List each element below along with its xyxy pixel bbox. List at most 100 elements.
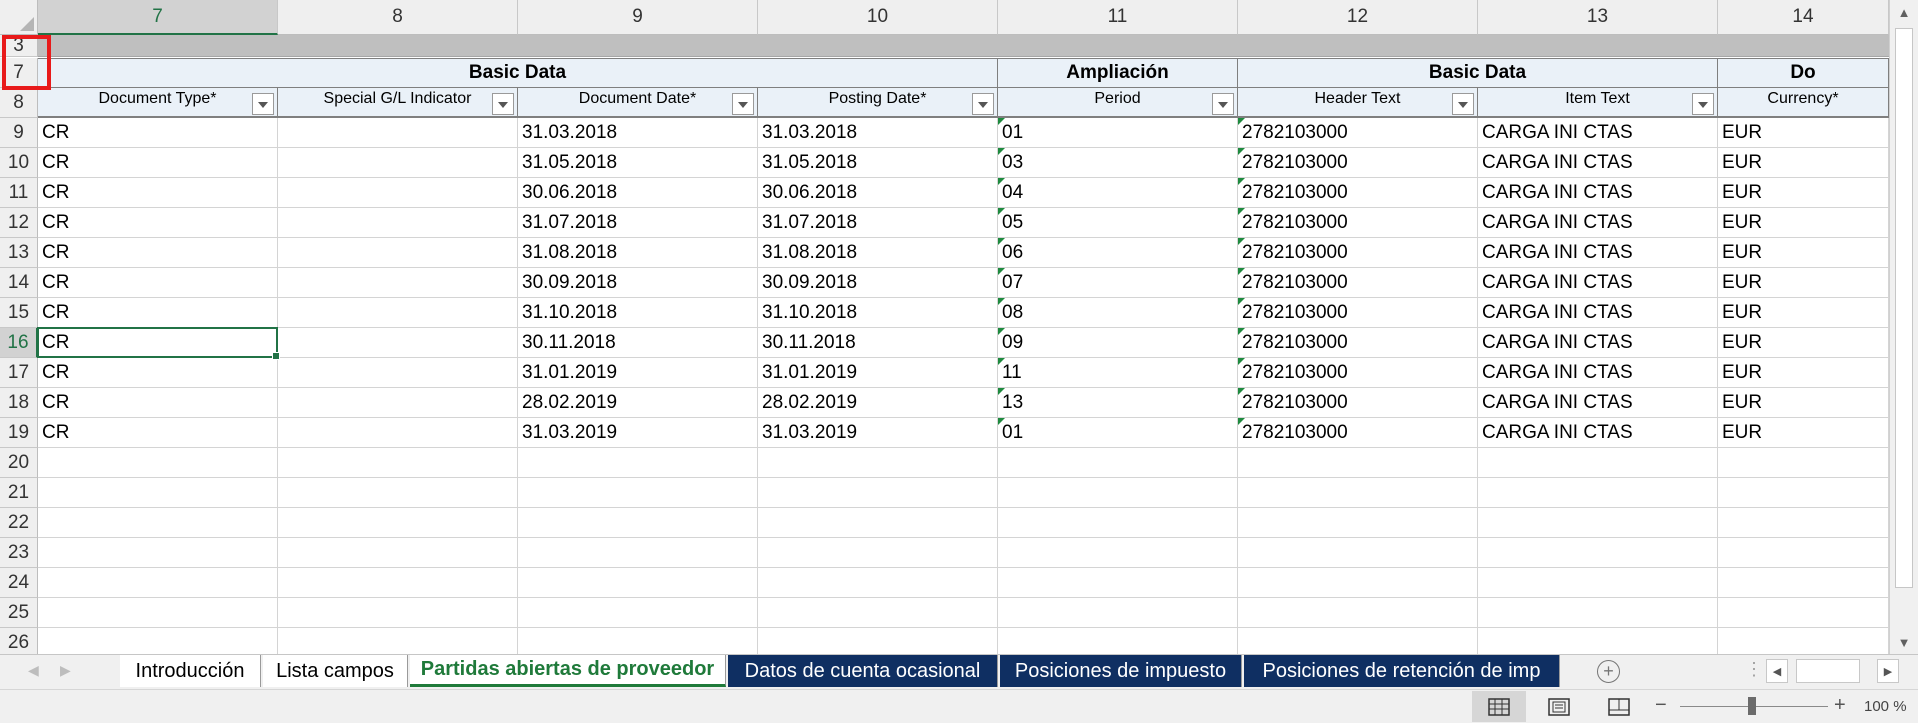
- table-cell[interactable]: CR: [38, 358, 278, 388]
- empty-cell[interactable]: [1238, 628, 1478, 654]
- filter-dropdown-icon[interactable]: [492, 93, 514, 115]
- row-header[interactable]: 17: [0, 358, 38, 388]
- empty-cell[interactable]: [758, 568, 998, 598]
- table-cell[interactable]: 30.09.2018: [518, 268, 758, 298]
- empty-cell[interactable]: [998, 478, 1238, 508]
- table-cell[interactable]: 28.02.2019: [518, 388, 758, 418]
- table-cell[interactable]: EUR: [1718, 148, 1889, 178]
- scroll-up-icon[interactable]: ▲: [1890, 0, 1918, 24]
- empty-cell[interactable]: [1238, 508, 1478, 538]
- row-header[interactable]: 11: [0, 178, 38, 208]
- empty-cell[interactable]: [758, 628, 998, 654]
- empty-cell[interactable]: [998, 598, 1238, 628]
- row-header[interactable]: 16: [0, 328, 38, 358]
- row-header[interactable]: 25: [0, 598, 38, 628]
- table-cell[interactable]: CR: [38, 268, 278, 298]
- table-cell[interactable]: 2782103000: [1238, 148, 1478, 178]
- empty-cell[interactable]: [1718, 478, 1889, 508]
- table-cell[interactable]: 11: [998, 358, 1238, 388]
- column-header[interactable]: 13: [1478, 0, 1718, 35]
- empty-cell[interactable]: [998, 448, 1238, 478]
- worksheet-grid[interactable]: 7 8 9 10 11 12 13 14 3 7 8 9 10 11 12 13 14 15 16 17 18 19 20…: [0, 0, 1889, 654]
- empty-cell[interactable]: [1718, 568, 1889, 598]
- table-cell[interactable]: EUR: [1718, 208, 1889, 238]
- table-cell[interactable]: 31.03.2019: [758, 418, 998, 448]
- column-header[interactable]: 14: [1718, 0, 1889, 35]
- empty-cell[interactable]: [1478, 598, 1718, 628]
- table-cell[interactable]: CR: [38, 118, 278, 148]
- row-header[interactable]: 20: [0, 448, 38, 478]
- table-cell[interactable]: 2782103000: [1238, 358, 1478, 388]
- zoom-level[interactable]: 100 %: [1864, 698, 1907, 715]
- filter-dropdown-icon[interactable]: [252, 93, 274, 115]
- next-sheet-icon[interactable]: ▶: [60, 662, 71, 679]
- empty-cell[interactable]: [998, 568, 1238, 598]
- table-cell[interactable]: 30.11.2018: [758, 328, 998, 358]
- empty-cell[interactable]: [758, 478, 998, 508]
- row-header[interactable]: 12: [0, 208, 38, 238]
- table-cell[interactable]: [278, 358, 518, 388]
- empty-cell[interactable]: [518, 628, 758, 654]
- table-cell[interactable]: [278, 418, 518, 448]
- table-cell[interactable]: CARGA INI CTAS: [1478, 268, 1718, 298]
- table-cell[interactable]: 2782103000: [1238, 178, 1478, 208]
- table-cell[interactable]: 2782103000: [1238, 418, 1478, 448]
- row-header[interactable]: 10: [0, 148, 38, 178]
- empty-cell[interactable]: [1238, 478, 1478, 508]
- table-cell[interactable]: 31.01.2019: [758, 358, 998, 388]
- table-cell[interactable]: 31.03.2019: [518, 418, 758, 448]
- table-cell[interactable]: 01: [998, 118, 1238, 148]
- empty-cell[interactable]: [1238, 538, 1478, 568]
- table-cell[interactable]: 28.02.2019: [758, 388, 998, 418]
- table-cell[interactable]: EUR: [1718, 178, 1889, 208]
- table-cell[interactable]: [278, 268, 518, 298]
- empty-cell[interactable]: [38, 508, 278, 538]
- table-cell[interactable]: [278, 178, 518, 208]
- table-cell[interactable]: EUR: [1718, 358, 1889, 388]
- empty-cell[interactable]: [1718, 448, 1889, 478]
- empty-cell[interactable]: [38, 568, 278, 598]
- table-cell[interactable]: EUR: [1718, 268, 1889, 298]
- table-cell[interactable]: 01: [998, 418, 1238, 448]
- empty-cell[interactable]: [38, 598, 278, 628]
- table-cell[interactable]: 05: [998, 208, 1238, 238]
- vertical-scrollbar[interactable]: ▲ ▼: [1889, 0, 1918, 654]
- table-cell[interactable]: [278, 118, 518, 148]
- row-header[interactable]: 23: [0, 538, 38, 568]
- table-cell[interactable]: CR: [38, 208, 278, 238]
- sheet-tab[interactable]: Introducción: [120, 655, 261, 687]
- scroll-down-icon[interactable]: ▼: [1890, 630, 1918, 654]
- table-cell[interactable]: 31.08.2018: [518, 238, 758, 268]
- empty-cell[interactable]: [38, 628, 278, 654]
- table-cell[interactable]: EUR: [1718, 298, 1889, 328]
- table-cell[interactable]: 31.03.2018: [518, 118, 758, 148]
- table-cell[interactable]: EUR: [1718, 118, 1889, 148]
- prev-sheet-icon[interactable]: ◀: [28, 662, 39, 679]
- table-cell[interactable]: [278, 238, 518, 268]
- empty-cell[interactable]: [758, 508, 998, 538]
- column-header[interactable]: 12: [1238, 0, 1478, 35]
- row-header[interactable]: 15: [0, 298, 38, 328]
- table-cell[interactable]: CARGA INI CTAS: [1478, 148, 1718, 178]
- table-cell[interactable]: CARGA INI CTAS: [1478, 298, 1718, 328]
- table-cell[interactable]: CARGA INI CTAS: [1478, 388, 1718, 418]
- row-header[interactable]: 9: [0, 118, 38, 148]
- zoom-in-icon[interactable]: +: [1834, 694, 1846, 717]
- empty-cell[interactable]: [758, 538, 998, 568]
- empty-cell[interactable]: [518, 508, 758, 538]
- tab-split-handle-icon[interactable]: ⋮: [1745, 659, 1763, 680]
- table-cell[interactable]: 31.07.2018: [518, 208, 758, 238]
- table-cell[interactable]: 2782103000: [1238, 268, 1478, 298]
- table-cell[interactable]: 07: [998, 268, 1238, 298]
- table-cell[interactable]: CR: [38, 178, 278, 208]
- empty-cell[interactable]: [1238, 448, 1478, 478]
- empty-cell[interactable]: [998, 538, 1238, 568]
- table-cell[interactable]: CARGA INI CTAS: [1478, 358, 1718, 388]
- table-cell[interactable]: 31.01.2019: [518, 358, 758, 388]
- filter-dropdown-icon[interactable]: [972, 93, 994, 115]
- row-header[interactable]: 3: [0, 35, 38, 57]
- table-cell[interactable]: 31.08.2018: [758, 238, 998, 268]
- table-cell[interactable]: CARGA INI CTAS: [1478, 118, 1718, 148]
- row-header[interactable]: 22: [0, 508, 38, 538]
- empty-cell[interactable]: [1478, 568, 1718, 598]
